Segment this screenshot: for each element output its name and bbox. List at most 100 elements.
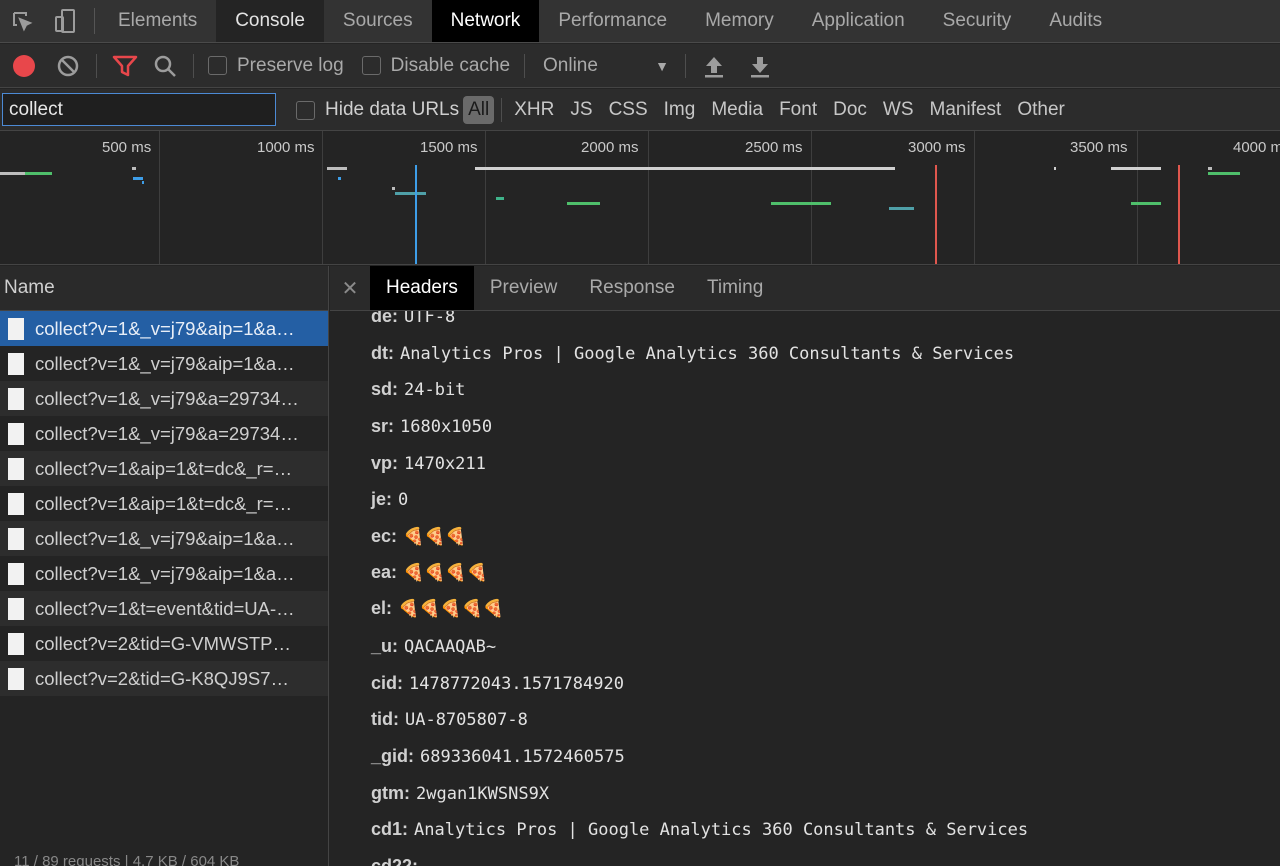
filter-toggle-button[interactable] xyxy=(105,44,145,88)
request-list: Name collect?v=1&_v=j79&aip=1&a… collect… xyxy=(0,266,329,866)
filter-type-other[interactable]: Other xyxy=(1009,99,1073,121)
param-value: UA-8705807-8 xyxy=(404,710,528,730)
tab-security[interactable]: Security xyxy=(924,0,1031,42)
filter-type-css[interactable]: CSS xyxy=(601,99,656,121)
document-icon xyxy=(8,387,24,410)
document-icon xyxy=(8,457,24,480)
search-button[interactable] xyxy=(145,44,185,88)
param-row: sr: 1680x1050 xyxy=(371,416,492,437)
hide-data-urls-checkbox[interactable]: Hide data URLs xyxy=(296,99,459,121)
record-button[interactable] xyxy=(4,44,44,88)
tab-console[interactable]: Console xyxy=(216,0,324,42)
request-row[interactable]: collect?v=1&_v=j79&aip=1&a… xyxy=(0,521,328,556)
name-column-header[interactable]: Name xyxy=(0,266,328,311)
filter-type-all[interactable]: All xyxy=(463,96,495,124)
request-name: collect?v=1&aip=1&t=dc&_r=… xyxy=(35,457,293,479)
query-params-list[interactable]: de: UTF-8 dt: Analytics Pros | Google Anal… xyxy=(330,311,1280,866)
param-key: sr: xyxy=(371,416,395,436)
timeline-bar xyxy=(1208,172,1240,175)
tab-performance[interactable]: Performance xyxy=(539,0,686,42)
timeline-bar xyxy=(338,177,341,180)
inspect-element-icon[interactable] xyxy=(0,0,44,42)
param-key: sd: xyxy=(371,379,398,399)
filter-type-js[interactable]: JS xyxy=(562,99,600,121)
request-name: collect?v=2&tid=G-K8QJ9S7… xyxy=(35,667,289,689)
request-name: collect?v=1&aip=1&t=dc&_r=… xyxy=(35,492,293,514)
tab-response[interactable]: Response xyxy=(573,266,691,310)
timeline-tick-label: 1500 ms xyxy=(420,139,478,156)
filter-type-doc[interactable]: Doc xyxy=(825,99,875,121)
filter-input[interactable] xyxy=(2,93,276,126)
close-icon[interactable]: ✕ xyxy=(330,266,370,310)
tab-application[interactable]: Application xyxy=(793,0,924,42)
param-row: ec: 🍕🍕🍕 xyxy=(371,526,467,547)
param-key: vp: xyxy=(371,453,398,473)
timeline-tick-label: 3500 ms xyxy=(1070,139,1128,156)
param-value: 24-bit xyxy=(404,380,466,400)
tab-preview[interactable]: Preview xyxy=(474,266,574,310)
timeline-bar xyxy=(1208,167,1212,170)
throttling-select[interactable]: Online ▼ xyxy=(543,55,669,77)
request-row[interactable]: collect?v=2&tid=G-K8QJ9S7… xyxy=(0,661,328,696)
network-overview-timeline[interactable]: 500 ms 1000 ms 1500 ms 2000 ms 2500 ms 3… xyxy=(0,131,1280,265)
filter-icon xyxy=(112,55,138,76)
import-har-button[interactable] xyxy=(694,44,734,88)
request-row[interactable]: collect?v=1&_v=j79&a=29734… xyxy=(0,416,328,451)
document-icon xyxy=(8,527,24,550)
param-key: cd22: xyxy=(371,856,419,866)
timeline-bar xyxy=(771,202,831,205)
timeline-gridline xyxy=(485,131,486,264)
request-row[interactable]: collect?v=1&aip=1&t=dc&_r=… xyxy=(0,451,328,486)
param-key: cd1: xyxy=(371,819,409,839)
request-row[interactable]: collect?v=1&aip=1&t=dc&_r=… xyxy=(0,486,328,521)
tab-audits[interactable]: Audits xyxy=(1030,0,1121,42)
tab-network[interactable]: Network xyxy=(431,0,540,42)
param-value: UTF-8 xyxy=(404,311,456,327)
device-toolbar-icon[interactable] xyxy=(44,0,88,42)
request-row[interactable]: collect?v=1&_v=j79&aip=1&a… xyxy=(0,556,328,591)
param-row: tid: UA-8705807-8 xyxy=(371,709,528,730)
tabbar-divider xyxy=(94,8,95,34)
param-row: cd1: Analytics Pros | Google Analytics 36… xyxy=(371,819,1028,840)
param-row: de: UTF-8 xyxy=(371,311,455,327)
request-row[interactable]: collect?v=2&tid=G-VMWSTP… xyxy=(0,626,328,661)
load-event-marker xyxy=(935,165,937,264)
filter-type-xhr[interactable]: XHR xyxy=(506,99,562,121)
export-har-button[interactable] xyxy=(740,44,780,88)
tab-sources[interactable]: Sources xyxy=(324,0,432,42)
param-value: QACAAQAB~ xyxy=(404,637,497,657)
tab-timing[interactable]: Timing xyxy=(691,266,779,310)
timeline-gridline xyxy=(322,131,323,264)
param-key: gtm: xyxy=(371,783,410,803)
disable-cache-checkbox[interactable]: Disable cache xyxy=(361,55,510,77)
param-key: _u: xyxy=(371,636,398,656)
document-icon xyxy=(8,492,24,515)
request-row[interactable]: collect?v=1&t=event&tid=UA-… xyxy=(0,591,328,626)
tab-elements[interactable]: Elements xyxy=(99,0,216,42)
request-row[interactable]: collect?v=1&_v=j79&aip=1&a… xyxy=(0,311,328,346)
timeline-bar xyxy=(889,207,914,210)
request-name: collect?v=1&_v=j79&aip=1&a… xyxy=(35,527,295,549)
toolbar-divider xyxy=(193,53,194,78)
document-icon xyxy=(8,317,24,340)
clear-button[interactable] xyxy=(48,44,88,88)
filter-type-manifest[interactable]: Manifest xyxy=(922,99,1010,121)
tab-headers[interactable]: Headers xyxy=(370,266,474,310)
tab-memory[interactable]: Memory xyxy=(686,0,793,42)
preserve-log-label: Preserve log xyxy=(237,54,344,76)
request-row[interactable]: collect?v=1&_v=j79&a=29734… xyxy=(0,381,328,416)
filter-type-media[interactable]: Media xyxy=(703,99,771,121)
document-icon xyxy=(8,422,24,445)
param-row: cd22: xyxy=(371,856,424,866)
preserve-log-checkbox[interactable]: Preserve log xyxy=(208,55,344,77)
filter-type-font[interactable]: Font xyxy=(771,99,825,121)
request-name: collect?v=1&_v=j79&aip=1&a… xyxy=(35,352,295,374)
timeline-tick-label: 2500 ms xyxy=(745,139,803,156)
request-row[interactable]: collect?v=1&_v=j79&aip=1&a… xyxy=(0,346,328,381)
param-row: ea: 🍕🍕🍕🍕 xyxy=(371,562,488,583)
filter-type-img[interactable]: Img xyxy=(656,99,704,121)
filter-type-ws[interactable]: WS xyxy=(875,99,922,121)
param-key: dt: xyxy=(371,343,394,363)
timeline-tick-label: 3000 ms xyxy=(908,139,966,156)
checkbox-box xyxy=(296,100,315,120)
